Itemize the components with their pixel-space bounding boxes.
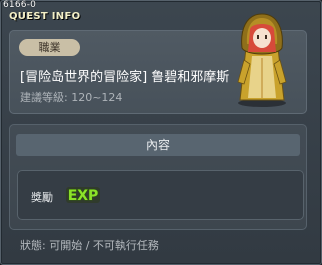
exp-reward-icon[interactable]: EXP (66, 186, 100, 204)
window-title: QUEST INFO (9, 11, 81, 22)
exp-badge-text: EXP (68, 188, 99, 204)
reward-label: 獎勵 (31, 191, 53, 204)
character-avatar (237, 13, 287, 107)
quest-status: 狀態: 可開始 / 不可執行任務 (20, 239, 159, 252)
job-tag: 職業 (19, 39, 80, 56)
quest-name: [冒险岛世界的冒险家] 鲁碧和邪摩斯 (20, 70, 230, 85)
recommended-level: 建議等級: 120~124 (20, 91, 123, 104)
quest-id: 6166-0 (3, 0, 37, 10)
reward-box (17, 170, 304, 220)
content-section-title: 內容 (16, 134, 300, 156)
